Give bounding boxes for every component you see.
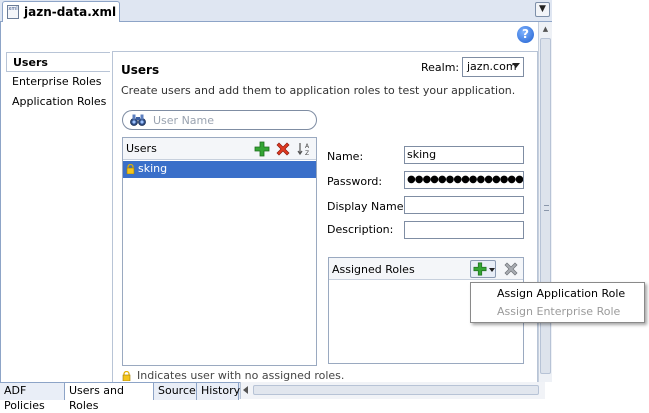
- legend-text: Indicates user with no assigned roles.: [137, 369, 345, 382]
- remove-role-icon[interactable]: [503, 261, 519, 277]
- sort-icon[interactable]: A Z: [297, 141, 313, 157]
- nav-item-users[interactable]: Users: [6, 52, 110, 72]
- add-role-button[interactable]: [470, 260, 496, 278]
- tab-adf-policies[interactable]: ADF Policies: [0, 383, 65, 412]
- display-name-label: Display Name:: [327, 200, 408, 213]
- file-tab-label: jazn-data.xml: [24, 5, 117, 19]
- left-navigation: Users Enterprise Roles Application Roles: [6, 50, 110, 380]
- users-list-title: Users: [126, 142, 157, 155]
- tab-history[interactable]: History: [197, 383, 240, 400]
- user-search-input[interactable]: [153, 113, 303, 127]
- name-label: Name:: [327, 150, 364, 163]
- tab-list-dropdown-button[interactable]: ▼: [535, 2, 550, 17]
- users-list-header: Users A Z: [123, 138, 316, 160]
- scroll-left-arrow-icon[interactable]: [243, 386, 248, 394]
- assign-role-menu: Assign Application Role Assign Enterpris…: [470, 282, 645, 323]
- horizontal-scroll-thumb[interactable]: [253, 385, 539, 395]
- scroll-grip-icon: [544, 205, 549, 211]
- scroll-up-arrow-icon[interactable]: ▲: [539, 22, 552, 36]
- tab-users-and-roles[interactable]: Users and Roles: [65, 383, 154, 412]
- vertical-scroll-thumb[interactable]: [540, 38, 551, 374]
- description-field[interactable]: [404, 221, 524, 239]
- file-tab-jazn-data[interactable]: xml jazn-data.xml: [2, 1, 120, 23]
- lock-icon: [122, 371, 131, 381]
- realm-label: Realm:: [421, 61, 460, 74]
- horizontal-scrollbar[interactable]: [240, 382, 545, 399]
- right-blank-area: [552, 0, 649, 399]
- page-title: Users: [121, 63, 160, 77]
- binoculars-search-icon: [130, 114, 146, 126]
- display-name-field[interactable]: [404, 196, 524, 214]
- help-icon[interactable]: ?: [517, 26, 534, 43]
- tab-source[interactable]: Source: [154, 383, 197, 400]
- nav-item-enterprise-roles[interactable]: Enterprise Roles: [6, 72, 110, 92]
- realm-select-value: jazn.com: [467, 60, 517, 73]
- user-search-box[interactable]: [122, 110, 317, 130]
- realm-select[interactable]: jazn.com: [462, 57, 524, 77]
- password-label: Password:: [327, 175, 383, 188]
- list-item-label: sking: [138, 162, 168, 175]
- lock-icon: [126, 164, 135, 174]
- xml-file-icon: xml: [7, 5, 19, 19]
- users-list: Users A Z sking: [122, 137, 317, 366]
- chevron-down-icon: [489, 268, 495, 272]
- list-item-user-sking[interactable]: sking: [123, 161, 316, 178]
- nav-item-application-roles[interactable]: Application Roles: [6, 92, 110, 112]
- password-field[interactable]: ●●●●●●●●●●●●●●●●●●●●●●●: [404, 171, 524, 189]
- vertical-scrollbar[interactable]: ▲: [538, 22, 552, 382]
- page-description: Create users and add them to application…: [121, 84, 516, 97]
- assigned-roles-header: Assigned Roles: [329, 258, 523, 280]
- menu-item-assign-enterprise-role: Assign Enterprise Role: [497, 305, 621, 318]
- svg-text:Z: Z: [305, 150, 309, 157]
- name-field[interactable]: sking: [404, 146, 524, 164]
- chevron-down-icon: [512, 63, 520, 68]
- add-user-icon[interactable]: [254, 141, 270, 157]
- menu-item-assign-application-role[interactable]: Assign Application Role: [497, 287, 625, 300]
- svg-text:A: A: [305, 143, 310, 150]
- assigned-roles-title: Assigned Roles: [332, 263, 415, 276]
- add-icon: [473, 262, 487, 276]
- description-label: Description:: [327, 223, 394, 236]
- delete-user-icon[interactable]: [275, 141, 291, 157]
